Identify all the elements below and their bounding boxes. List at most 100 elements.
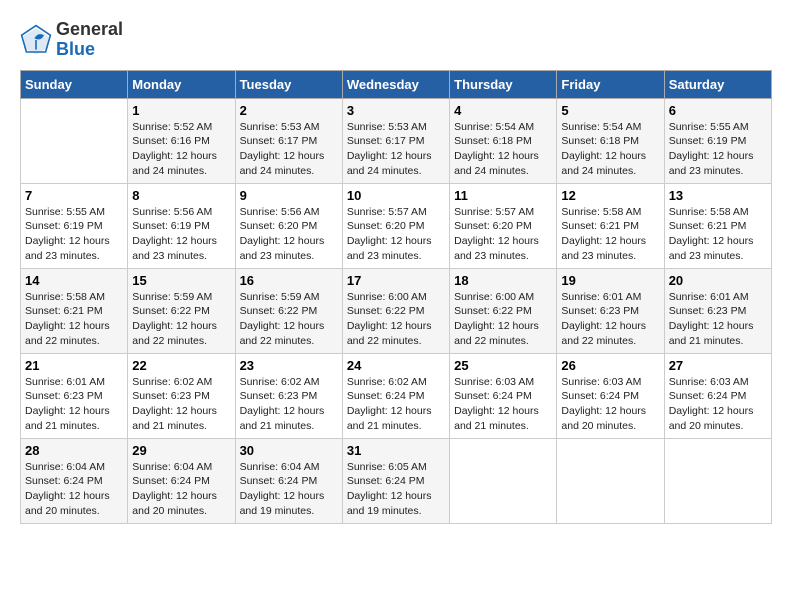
day-info: Sunrise: 6:01 AMSunset: 6:23 PMDaylight:…: [25, 375, 123, 434]
calendar-day-cell: 7 Sunrise: 5:55 AMSunset: 6:19 PMDaylight…: [21, 183, 128, 268]
day-number: 12: [561, 188, 659, 203]
day-info: Sunrise: 5:56 AMSunset: 6:19 PMDaylight:…: [132, 205, 230, 264]
day-number: 5: [561, 103, 659, 118]
day-number: 26: [561, 358, 659, 373]
day-number: 8: [132, 188, 230, 203]
calendar-day-cell: [664, 438, 771, 523]
day-info: Sunrise: 6:02 AMSunset: 6:23 PMDaylight:…: [240, 375, 338, 434]
calendar-day-cell: 8 Sunrise: 5:56 AMSunset: 6:19 PMDaylight…: [128, 183, 235, 268]
day-number: 17: [347, 273, 445, 288]
day-number: 9: [240, 188, 338, 203]
day-info: Sunrise: 6:03 AMSunset: 6:24 PMDaylight:…: [454, 375, 552, 434]
calendar-week-row: 21 Sunrise: 6:01 AMSunset: 6:23 PMDayligh…: [21, 353, 772, 438]
day-number: 23: [240, 358, 338, 373]
day-number: 16: [240, 273, 338, 288]
logo: General Blue: [20, 20, 123, 60]
logo-line2: Blue: [56, 40, 123, 60]
calendar-day-cell: 28 Sunrise: 6:04 AMSunset: 6:24 PMDayligh…: [21, 438, 128, 523]
calendar-day-cell: 12Sunrise: 5:58 AMSunset: 6:21 PMDayligh…: [557, 183, 664, 268]
day-info: Sunrise: 5:59 AMSunset: 6:22 PMDaylight:…: [240, 290, 338, 349]
day-number: 6: [669, 103, 767, 118]
calendar-day-cell: 11 Sunrise: 5:57 AMSunset: 6:20 PMDayligh…: [450, 183, 557, 268]
calendar-day-cell: 4 Sunrise: 5:54 AMSunset: 6:18 PMDaylight…: [450, 98, 557, 183]
day-info: Sunrise: 6:00 AMSunset: 6:22 PMDaylight:…: [454, 290, 552, 349]
calendar-day-cell: 20 Sunrise: 6:01 AMSunset: 6:23 PMDayligh…: [664, 268, 771, 353]
calendar-day-cell: 21 Sunrise: 6:01 AMSunset: 6:23 PMDayligh…: [21, 353, 128, 438]
calendar-day-cell: 23 Sunrise: 6:02 AMSunset: 6:23 PMDayligh…: [235, 353, 342, 438]
day-number: 3: [347, 103, 445, 118]
calendar-day-cell: 5 Sunrise: 5:54 AMSunset: 6:18 PMDaylight…: [557, 98, 664, 183]
day-info: Sunrise: 6:03 AMSunset: 6:24 PMDaylight:…: [669, 375, 767, 434]
day-info: Sunrise: 5:58 AMSunset: 6:21 PMDaylight:…: [25, 290, 123, 349]
day-number: 20: [669, 273, 767, 288]
calendar-day-cell: 2Sunrise: 5:53 AMSunset: 6:17 PMDaylight…: [235, 98, 342, 183]
weekday-header-saturday: Saturday: [664, 70, 771, 98]
calendar-day-cell: 19 Sunrise: 6:01 AMSunset: 6:23 PMDayligh…: [557, 268, 664, 353]
day-number: 21: [25, 358, 123, 373]
calendar-day-cell: 29 Sunrise: 6:04 AMSunset: 6:24 PMDayligh…: [128, 438, 235, 523]
calendar-week-row: 28 Sunrise: 6:04 AMSunset: 6:24 PMDayligh…: [21, 438, 772, 523]
day-number: 27: [669, 358, 767, 373]
day-info: Sunrise: 6:04 AMSunset: 6:24 PMDaylight:…: [240, 460, 338, 519]
day-number: 11: [454, 188, 552, 203]
calendar-day-cell: 26 Sunrise: 6:03 AMSunset: 6:24 PMDayligh…: [557, 353, 664, 438]
day-number: 25: [454, 358, 552, 373]
calendar-day-cell: 15 Sunrise: 5:59 AMSunset: 6:22 PMDayligh…: [128, 268, 235, 353]
day-number: 19: [561, 273, 659, 288]
day-number: 1: [132, 103, 230, 118]
day-info: Sunrise: 6:02 AMSunset: 6:23 PMDaylight:…: [132, 375, 230, 434]
calendar-day-cell: 14 Sunrise: 5:58 AMSunset: 6:21 PMDayligh…: [21, 268, 128, 353]
calendar-table: SundayMondayTuesdayWednesdayThursdayFrid…: [20, 70, 772, 524]
calendar-day-cell: 10 Sunrise: 5:57 AMSunset: 6:20 PMDayligh…: [342, 183, 449, 268]
calendar-day-cell: 16 Sunrise: 5:59 AMSunset: 6:22 PMDayligh…: [235, 268, 342, 353]
weekday-header-friday: Friday: [557, 70, 664, 98]
day-number: 14: [25, 273, 123, 288]
day-info: Sunrise: 6:01 AMSunset: 6:23 PMDaylight:…: [669, 290, 767, 349]
calendar-day-cell: 25 Sunrise: 6:03 AMSunset: 6:24 PMDayligh…: [450, 353, 557, 438]
calendar-day-cell: 27 Sunrise: 6:03 AMSunset: 6:24 PMDayligh…: [664, 353, 771, 438]
weekday-header-row: SundayMondayTuesdayWednesdayThursdayFrid…: [21, 70, 772, 98]
calendar-day-cell: 22 Sunrise: 6:02 AMSunset: 6:23 PMDayligh…: [128, 353, 235, 438]
logo-line1: General: [56, 20, 123, 40]
day-number: 7: [25, 188, 123, 203]
calendar-day-cell: 9Sunrise: 5:56 AMSunset: 6:20 PMDaylight…: [235, 183, 342, 268]
day-number: 10: [347, 188, 445, 203]
calendar-week-row: 1 Sunrise: 5:52 AMSunset: 6:16 PMDaylight…: [21, 98, 772, 183]
day-info: Sunrise: 5:59 AMSunset: 6:22 PMDaylight:…: [132, 290, 230, 349]
day-number: 22: [132, 358, 230, 373]
calendar-day-cell: 13Sunrise: 5:58 AMSunset: 6:21 PMDayligh…: [664, 183, 771, 268]
day-info: Sunrise: 6:03 AMSunset: 6:24 PMDaylight:…: [561, 375, 659, 434]
day-info: Sunrise: 5:57 AMSunset: 6:20 PMDaylight:…: [454, 205, 552, 264]
weekday-header-sunday: Sunday: [21, 70, 128, 98]
day-info: Sunrise: 6:04 AMSunset: 6:24 PMDaylight:…: [132, 460, 230, 519]
day-info: Sunrise: 6:05 AMSunset: 6:24 PMDaylight:…: [347, 460, 445, 519]
day-info: Sunrise: 5:53 AMSunset: 6:17 PMDaylight:…: [240, 120, 338, 179]
weekday-header-wednesday: Wednesday: [342, 70, 449, 98]
day-info: Sunrise: 5:55 AMSunset: 6:19 PMDaylight:…: [669, 120, 767, 179]
day-number: 29: [132, 443, 230, 458]
page-header: General Blue: [20, 20, 772, 60]
day-info: Sunrise: 6:01 AMSunset: 6:23 PMDaylight:…: [561, 290, 659, 349]
day-info: Sunrise: 6:04 AMSunset: 6:24 PMDaylight:…: [25, 460, 123, 519]
day-number: 4: [454, 103, 552, 118]
day-info: Sunrise: 5:57 AMSunset: 6:20 PMDaylight:…: [347, 205, 445, 264]
calendar-week-row: 14 Sunrise: 5:58 AMSunset: 6:21 PMDayligh…: [21, 268, 772, 353]
calendar-day-cell: 30 Sunrise: 6:04 AMSunset: 6:24 PMDayligh…: [235, 438, 342, 523]
day-info: Sunrise: 5:55 AMSunset: 6:19 PMDaylight:…: [25, 205, 123, 264]
day-number: 28: [25, 443, 123, 458]
weekday-header-monday: Monday: [128, 70, 235, 98]
calendar-day-cell: [21, 98, 128, 183]
day-number: 18: [454, 273, 552, 288]
calendar-day-cell: 17Sunrise: 6:00 AMSunset: 6:22 PMDayligh…: [342, 268, 449, 353]
calendar-day-cell: 1 Sunrise: 5:52 AMSunset: 6:16 PMDaylight…: [128, 98, 235, 183]
day-info: Sunrise: 5:58 AMSunset: 6:21 PMDaylight:…: [669, 205, 767, 264]
day-info: Sunrise: 6:02 AMSunset: 6:24 PMDaylight:…: [347, 375, 445, 434]
calendar-day-cell: [557, 438, 664, 523]
day-number: 30: [240, 443, 338, 458]
day-number: 15: [132, 273, 230, 288]
day-number: 31: [347, 443, 445, 458]
day-info: Sunrise: 5:54 AMSunset: 6:18 PMDaylight:…: [454, 120, 552, 179]
day-info: Sunrise: 5:52 AMSunset: 6:16 PMDaylight:…: [132, 120, 230, 179]
logo-icon: [20, 24, 52, 56]
day-info: Sunrise: 5:54 AMSunset: 6:18 PMDaylight:…: [561, 120, 659, 179]
